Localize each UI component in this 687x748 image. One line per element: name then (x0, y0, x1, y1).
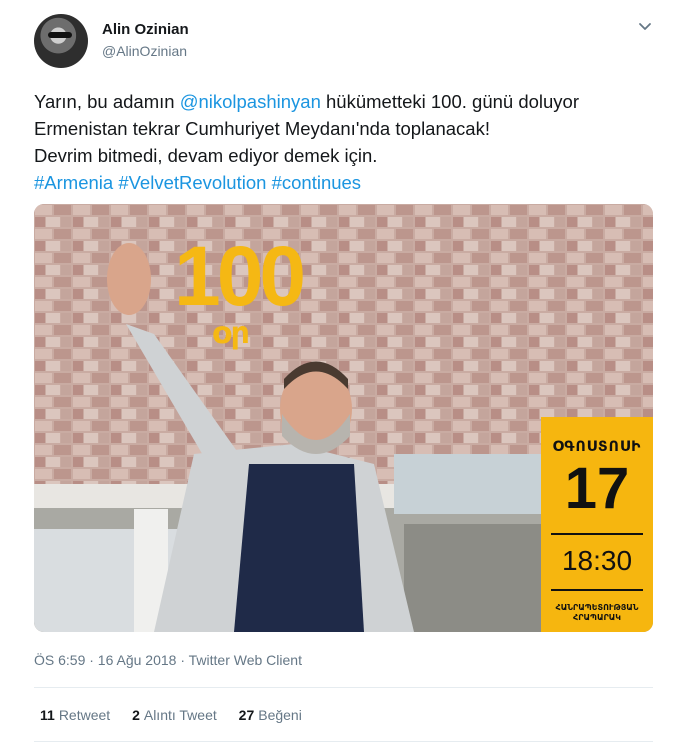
divider (34, 687, 653, 688)
event-place: ՀԱՆՐԱՊԵՏՈՒԹՅԱՆ ՀՐԱՊԱՐԱԿ (541, 603, 653, 623)
event-day: 17 (564, 456, 630, 521)
likes-label: Beğeni (258, 707, 302, 723)
hashtag-continues[interactable]: #continues (272, 172, 361, 193)
retweets-label: Retweet (58, 707, 111, 723)
tweet-card: Alin Ozinian @AlinOzinian Yarın, bu adam… (0, 0, 687, 748)
anniversary-caption: օր (212, 317, 250, 350)
tweet-text-prefix: Yarın, bu adamın (34, 91, 180, 112)
divider (34, 741, 653, 742)
tweet-photo[interactable]: 100 օր ՕԳՈՍՏՈՍԻ 17 18:30 ՀԱՆՐԱՊԵՏՈՒԹՅԱՆ … (34, 204, 653, 632)
tweet-text: Yarın, bu adamın @nikolpashinyan hükümet… (34, 88, 654, 196)
anniversary-number: 100 (174, 229, 306, 323)
chevron-down-icon[interactable] (637, 18, 653, 34)
hashtag-velvetrevolution[interactable]: #VelvetRevolution (118, 172, 266, 193)
date-divider (551, 533, 643, 535)
tweet-stats: 11 Retweet 2 Alıntı Tweet 27 Beğeni (40, 707, 320, 723)
event-place-line-1: ՀԱՆՐԱՊԵՏՈՒԹՅԱՆ (555, 603, 639, 612)
tweet-line-3: Devrim bitmedi, devam ediyor demek için. (34, 145, 378, 166)
author-handle[interactable]: @AlinOzinian (102, 43, 187, 59)
hashtag-armenia[interactable]: #Armenia (34, 172, 113, 193)
event-place-line-2: ՀՐԱՊԱՐԱԿ (572, 613, 622, 622)
event-month: ՕԳՈՍՏՈՍԻ (552, 438, 642, 454)
event-time: 18:30 (561, 545, 633, 576)
likes-stat[interactable]: 27 Beğeni (239, 707, 302, 723)
author-avatar[interactable] (34, 14, 88, 68)
retweets-stat[interactable]: 11 Retweet (40, 707, 110, 723)
author-display-name[interactable]: Alin Ozinian (102, 21, 189, 38)
tweet-line-2: Ermenistan tekrar Cumhuriyet Meydanı'nda… (34, 118, 490, 139)
hashtag-line: #Armenia #VelvetRevolution #continues (34, 169, 654, 196)
time-divider (551, 589, 643, 591)
event-date-panel: ՕԳՈՍՏՈՍԻ 17 18:30 ՀԱՆՐԱՊԵՏՈՒԹՅԱՆ ՀՐԱՊԱՐԱ… (541, 417, 653, 632)
retweets-count: 11 (40, 707, 55, 723)
mention-link[interactable]: @nikolpashinyan (180, 91, 321, 112)
likes-count: 27 (238, 707, 255, 723)
tweet-timestamp[interactable]: ÖS 6:59 · 16 Ağu 2018 · Twitter Web Clie… (34, 652, 302, 668)
tweet-line-1: Yarın, bu adamın @nikolpashinyan hükümet… (34, 88, 654, 115)
quotes-stat[interactable]: 2 Alıntı Tweet (132, 707, 217, 723)
quotes-label: Alıntı Tweet (143, 707, 217, 723)
tweet-text-suffix: hükümetteki 100. günü doluyor (320, 91, 580, 112)
quotes-count: 2 (132, 707, 140, 723)
